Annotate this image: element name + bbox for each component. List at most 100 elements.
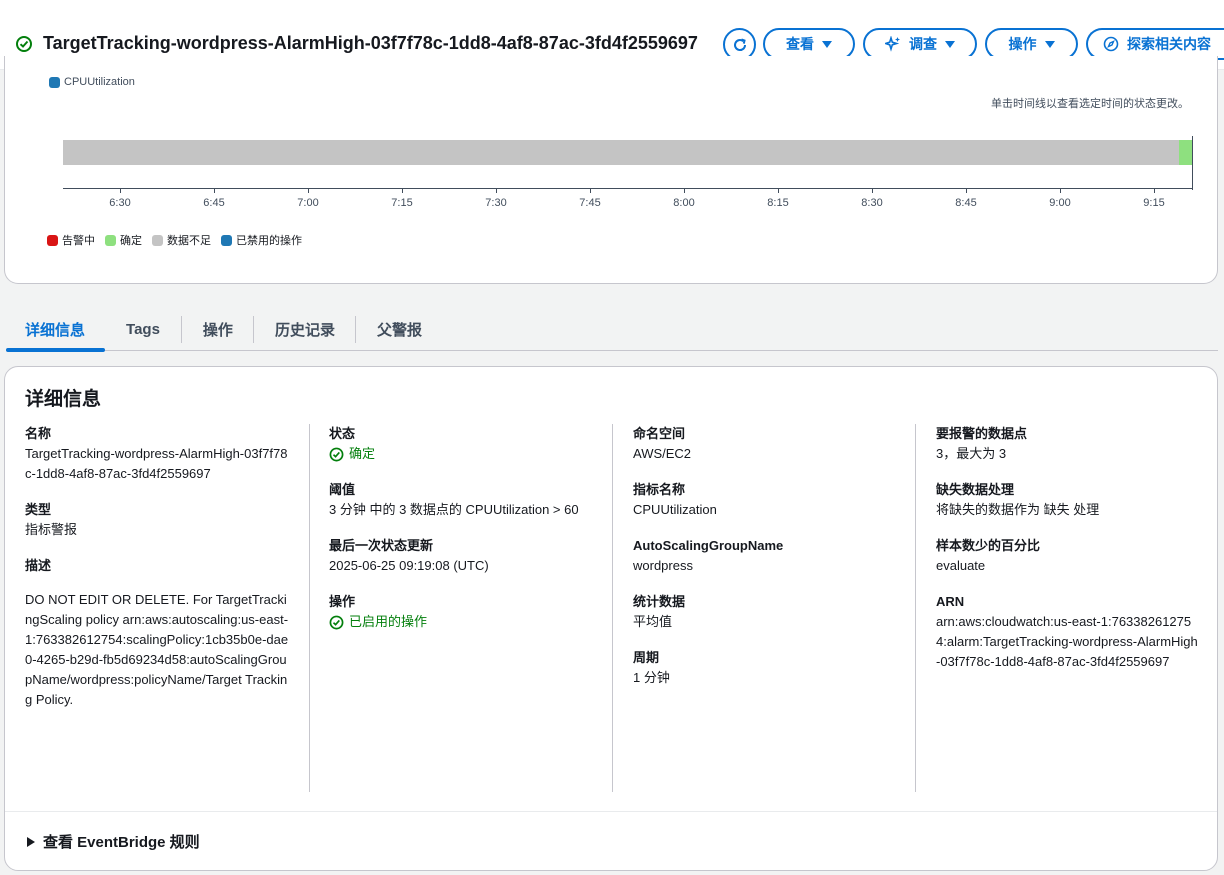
- axis-tick: [684, 188, 685, 193]
- axis-tick-label: 6:45: [203, 197, 225, 209]
- actions-enabled-text: 已启用的操作: [349, 614, 428, 629]
- field-asg-name-value: wordpress: [633, 558, 693, 573]
- check-circle-icon: [16, 36, 32, 52]
- field-statistic: 统计数据 平均值: [633, 592, 898, 632]
- field-last-update-label: 最后一次状态更新: [329, 538, 434, 553]
- field-datapoints-value: 3，最大为 3: [936, 446, 1007, 461]
- field-type: 类型 指标警报: [25, 500, 293, 540]
- tab-parent-alarms[interactable]: 父警报: [356, 308, 442, 351]
- field-state: 状态 确定: [329, 424, 594, 464]
- column-divider: [612, 424, 613, 792]
- state-timeline-card: CPUUtilization 单击时间线以查看选定时间的状态更改。 6:30 6:…: [4, 56, 1218, 284]
- view-button-label: 查看: [786, 36, 814, 52]
- field-missing-data-value: 将缺失的数据作为 缺失 处理: [936, 502, 1100, 517]
- card-divider: [5, 811, 1217, 812]
- field-name-label: 名称: [25, 426, 52, 441]
- field-type-value: 指标警报: [25, 522, 78, 537]
- axis-tick: [1060, 188, 1061, 193]
- investigate-button-label: 调查: [909, 36, 937, 52]
- sparkle-icon: [885, 36, 900, 52]
- caret-down-icon: [822, 40, 832, 48]
- eventbridge-rules-expander[interactable]: 查看 EventBridge 规则: [27, 831, 200, 852]
- field-namespace-label: 命名空间: [633, 426, 686, 441]
- legend-label: 确定: [120, 235, 142, 247]
- legend-item: 数据不足: [152, 232, 211, 248]
- axis-tick-label: 8:45: [955, 197, 977, 209]
- details-column-2: 状态 确定 阈值 3 分钟 中的 3 数据点的 CPUUtilization >…: [329, 424, 594, 648]
- field-description-value: DO NOT EDIT OR DELETE. For TargetTrackin…: [25, 592, 289, 707]
- field-state-label: 状态: [329, 426, 356, 441]
- timeline-segment-ok[interactable]: [1179, 140, 1193, 165]
- field-period: 周期 1 分钟: [633, 648, 898, 688]
- field-actions-value: 已启用的操作: [329, 612, 594, 632]
- legend-item: 确定: [105, 232, 142, 248]
- alarm-title: TargetTracking-wordpress-AlarmHigh-03f7f…: [43, 33, 698, 53]
- legend-swatch: [47, 234, 58, 246]
- check-circle-icon: [329, 447, 344, 461]
- axis-tick-label: 8:00: [673, 197, 695, 209]
- field-metric-name-label: 指标名称: [633, 482, 686, 497]
- axis-tick: [966, 188, 967, 193]
- legend-label: 已禁用的操作: [236, 235, 302, 247]
- details-heading: 详细信息: [25, 389, 102, 410]
- field-name: 名称 TargetTracking-wordpress-AlarmHigh-03…: [25, 424, 293, 484]
- legend-swatch: [221, 234, 232, 246]
- timeline-hint: 单击时间线以查看选定时间的状态更改。: [991, 98, 1189, 110]
- tab-history[interactable]: 历史记录: [254, 308, 355, 351]
- axis-tick-label: 7:15: [391, 197, 413, 209]
- field-low-sample: 样本数少的百分比 evaluate: [936, 536, 1198, 576]
- field-name-value: TargetTracking-wordpress-AlarmHigh-03f7f…: [25, 446, 288, 481]
- field-low-sample-value: evaluate: [936, 558, 986, 573]
- details-column-1: 名称 TargetTracking-wordpress-AlarmHigh-03…: [25, 424, 293, 726]
- field-period-value: 1 分钟: [633, 670, 670, 685]
- axis-tick-label: 7:30: [485, 197, 507, 209]
- axis-tick-label: 7:00: [297, 197, 319, 209]
- axis-tick-label: 9:00: [1049, 197, 1071, 209]
- field-missing-data-label: 缺失数据处理: [936, 482, 1015, 497]
- details-column-3: 命名空间 AWS/EC2 指标名称 CPUUtilization AutoSca…: [633, 424, 898, 704]
- eventbridge-rules-label: 查看 EventBridge 规则: [43, 834, 200, 851]
- field-statistic-label: 统计数据: [633, 594, 686, 609]
- field-asg-name: AutoScalingGroupName wordpress: [633, 536, 898, 576]
- axis-tick: [872, 188, 873, 193]
- legend-swatch: [152, 234, 163, 246]
- field-metric-name: 指标名称 CPUUtilization: [633, 480, 898, 520]
- axis-tick-label: 9:15: [1143, 197, 1165, 209]
- axis-tick: [120, 188, 121, 193]
- axis-tick: [778, 188, 779, 193]
- details-card: 详细信息 名称 TargetTracking-wordpress-AlarmHi…: [4, 366, 1218, 871]
- field-last-update: 最后一次状态更新 2025-06-25 09:19:08 (UTC): [329, 536, 594, 576]
- refresh-icon: [733, 38, 746, 51]
- tab-details[interactable]: 详细信息: [6, 308, 106, 352]
- state-text: 确定: [349, 446, 376, 461]
- field-actions: 操作 已启用的操作: [329, 592, 594, 632]
- field-metric-name-value: CPUUtilization: [633, 502, 717, 517]
- caret-right-icon: [27, 836, 35, 847]
- field-type-label: 类型: [25, 502, 52, 517]
- metric-legend: CPUUtilization: [49, 76, 135, 88]
- state-legend: 告警中 确定 数据不足 已禁用的操作: [47, 232, 302, 248]
- axis-tick: [402, 188, 403, 193]
- timeline-current-marker: [1192, 136, 1193, 190]
- axis-tick-label: 6:30: [109, 197, 131, 209]
- field-namespace-value: AWS/EC2: [633, 446, 692, 461]
- timeline-segment-insufficient[interactable]: [63, 140, 1179, 165]
- tab-tags[interactable]: Tags: [105, 308, 181, 351]
- field-datapoints-label: 要报警的数据点: [936, 426, 1028, 441]
- metric-legend-swatch: [49, 76, 60, 88]
- compass-icon: [1103, 36, 1119, 52]
- caret-down-icon: [945, 40, 955, 48]
- tab-bar: 详细信息 Tags 操作 历史记录 父警报: [6, 308, 1218, 352]
- field-arn-value: arn:aws:cloudwatch:us-east-1:76338261275…: [936, 614, 1198, 669]
- field-threshold-value: 3 分钟 中的 3 数据点的 CPUUtilization > 60: [329, 502, 579, 517]
- tab-actions[interactable]: 操作: [182, 308, 253, 351]
- field-actions-label: 操作: [329, 594, 356, 609]
- axis-tick-label: 8:15: [767, 197, 789, 209]
- field-threshold: 阈值 3 分钟 中的 3 数据点的 CPUUtilization > 60: [329, 480, 594, 520]
- legend-label: 告警中: [62, 235, 95, 247]
- field-low-sample-label: 样本数少的百分比: [936, 538, 1041, 553]
- axis-tick-label: 7:45: [579, 197, 601, 209]
- explore-button-label: 探索相关内容: [1127, 36, 1211, 52]
- column-divider: [309, 424, 310, 792]
- column-divider: [915, 424, 916, 792]
